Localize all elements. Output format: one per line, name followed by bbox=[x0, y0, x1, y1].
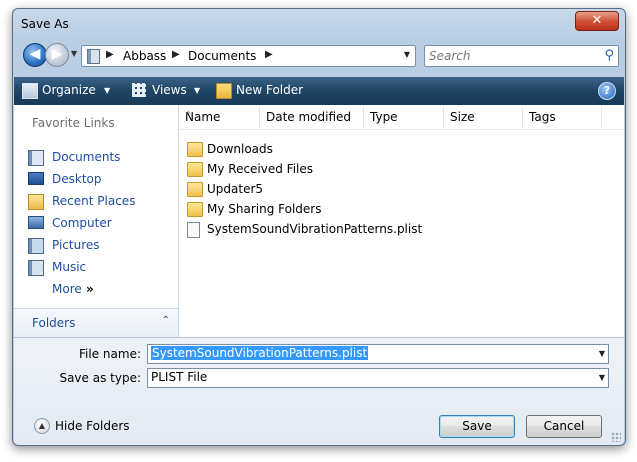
file-name-field[interactable]: SystemSoundVibrationPatterns.plist ▼ bbox=[147, 344, 609, 364]
cancel-button[interactable]: Cancel bbox=[526, 415, 602, 438]
window-title: Save As bbox=[21, 17, 69, 31]
back-button[interactable]: ◀ bbox=[23, 43, 47, 67]
address-bar[interactable]: ▶ Abbass ▶ Documents ▶ ▼ bbox=[81, 45, 416, 67]
favorite-link-label: Documents bbox=[52, 150, 121, 164]
column-header-label: Date modified bbox=[266, 110, 352, 124]
file-name-dropdown-icon[interactable]: ▼ bbox=[599, 349, 605, 358]
breadcrumb-abbass[interactable]: Abbass bbox=[123, 49, 166, 63]
search-icon[interactable]: ⚲ bbox=[604, 48, 614, 63]
save-form: File name: SystemSoundVibrationPatterns.… bbox=[14, 337, 624, 445]
desktop-icon bbox=[28, 172, 44, 185]
back-arrow-icon: ◀ bbox=[29, 46, 41, 62]
file-icon bbox=[187, 222, 200, 238]
forward-button[interactable]: ▶ bbox=[45, 43, 69, 67]
favorite-link-label: More bbox=[52, 282, 82, 296]
address-dropdown-icon[interactable]: ▼ bbox=[404, 50, 410, 59]
views-icon[interactable] bbox=[132, 83, 146, 97]
folders-label: Folders bbox=[32, 316, 76, 330]
navigation-pane: Favorite Links Documents Desktop Recent … bbox=[14, 105, 179, 337]
sort-ascending-icon: ^ bbox=[185, 110, 192, 119]
favorite-link-label: Desktop bbox=[52, 172, 102, 186]
column-header-date-modified[interactable]: Date modified bbox=[260, 107, 364, 127]
file-name: My Sharing Folders bbox=[207, 202, 322, 216]
hide-folders-label: Hide Folders bbox=[55, 419, 130, 433]
more-chevron-icon: » bbox=[86, 282, 94, 296]
column-header-type[interactable]: Type bbox=[364, 107, 444, 127]
music-icon bbox=[28, 260, 44, 276]
file-name-label: File name: bbox=[79, 347, 141, 361]
folders-toggle[interactable]: Folders ⌃ bbox=[14, 308, 178, 337]
title-bar[interactable]: Save As ✕ bbox=[13, 9, 625, 37]
close-icon: ✕ bbox=[591, 13, 603, 28]
new-folder-icon[interactable] bbox=[216, 83, 232, 99]
column-header-tags[interactable]: Tags bbox=[523, 107, 602, 127]
folder-icon bbox=[187, 182, 203, 197]
file-name: SystemSoundVibrationPatterns.plist bbox=[207, 222, 423, 236]
file-list: Name ^ Date modified Type Size Tags Down… bbox=[179, 105, 624, 337]
column-header-name[interactable]: Name ^ bbox=[179, 107, 260, 127]
favorite-link-label: Recent Places bbox=[52, 194, 136, 208]
save-button[interactable]: Save bbox=[439, 415, 515, 438]
recent-places-icon bbox=[28, 194, 44, 210]
help-icon[interactable]: ? bbox=[598, 82, 616, 100]
favorite-link-label: Music bbox=[52, 260, 87, 274]
organize-icon[interactable] bbox=[22, 83, 38, 99]
folder-icon bbox=[187, 142, 203, 157]
save-as-type-select[interactable]: PLIST File ▼ bbox=[147, 368, 609, 388]
file-name-value[interactable]: SystemSoundVibrationPatterns.plist bbox=[151, 346, 369, 360]
column-header-label: Size bbox=[450, 110, 475, 124]
breadcrumb-separator-icon[interactable]: ▶ bbox=[106, 49, 114, 60]
views-button[interactable]: Views bbox=[152, 83, 187, 97]
browser-area: Favorite Links Documents Desktop Recent … bbox=[14, 105, 624, 337]
file-name: Updater5 bbox=[207, 182, 264, 196]
column-header-label: Tags bbox=[529, 110, 556, 124]
new-folder-button[interactable]: New Folder bbox=[236, 83, 303, 97]
views-dropdown-icon[interactable]: ▼ bbox=[194, 86, 200, 95]
save-as-type-value: PLIST File bbox=[151, 370, 208, 384]
breadcrumb-separator-icon[interactable]: ▶ bbox=[265, 49, 273, 60]
shared-folder-icon bbox=[187, 202, 203, 217]
favorite-link-label: Pictures bbox=[52, 238, 100, 252]
file-name: Downloads bbox=[207, 142, 273, 156]
column-header-size[interactable]: Size bbox=[444, 107, 523, 127]
save-as-dialog: Save As ✕ ◀ ▶ ▼ ▶ Abbass ▶ Documents ▶ ▼… bbox=[12, 8, 626, 446]
documents-icon bbox=[28, 150, 44, 166]
breadcrumb-separator-icon[interactable]: ▶ bbox=[172, 49, 180, 60]
chevron-up-icon: ▲ bbox=[34, 418, 50, 434]
documents-location-icon bbox=[87, 49, 100, 64]
favorite-links-header: Favorite Links bbox=[32, 116, 115, 130]
save-as-type-label: Save as type: bbox=[59, 371, 141, 385]
search-input[interactable] bbox=[429, 48, 589, 63]
breadcrumb-documents[interactable]: Documents bbox=[188, 49, 256, 63]
computer-icon bbox=[28, 216, 44, 229]
search-box[interactable]: ⚲ bbox=[424, 45, 619, 67]
chevron-up-icon: ⌃ bbox=[161, 315, 170, 326]
forward-arrow-icon: ▶ bbox=[51, 46, 63, 62]
save-as-type-dropdown-icon[interactable]: ▼ bbox=[599, 373, 605, 382]
pictures-icon bbox=[28, 238, 44, 254]
file-name: My Received Files bbox=[207, 162, 314, 176]
organize-dropdown-icon[interactable]: ▼ bbox=[104, 86, 110, 95]
resize-grip-icon[interactable] bbox=[611, 432, 621, 442]
close-button[interactable]: ✕ bbox=[575, 11, 619, 31]
organize-button[interactable]: Organize bbox=[42, 83, 96, 97]
history-dropdown-icon[interactable]: ▼ bbox=[71, 49, 77, 58]
favorite-link-label: Computer bbox=[52, 216, 112, 230]
column-header-row: Name ^ Date modified Type Size Tags bbox=[179, 105, 624, 130]
folder-icon bbox=[187, 162, 203, 177]
column-header-label: Type bbox=[370, 110, 398, 124]
command-toolbar: Organize ▼ Views ▼ New Folder ? bbox=[14, 77, 624, 105]
navigation-row: ◀ ▶ ▼ ▶ Abbass ▶ Documents ▶ ▼ ↻ ⚲ bbox=[19, 41, 619, 71]
